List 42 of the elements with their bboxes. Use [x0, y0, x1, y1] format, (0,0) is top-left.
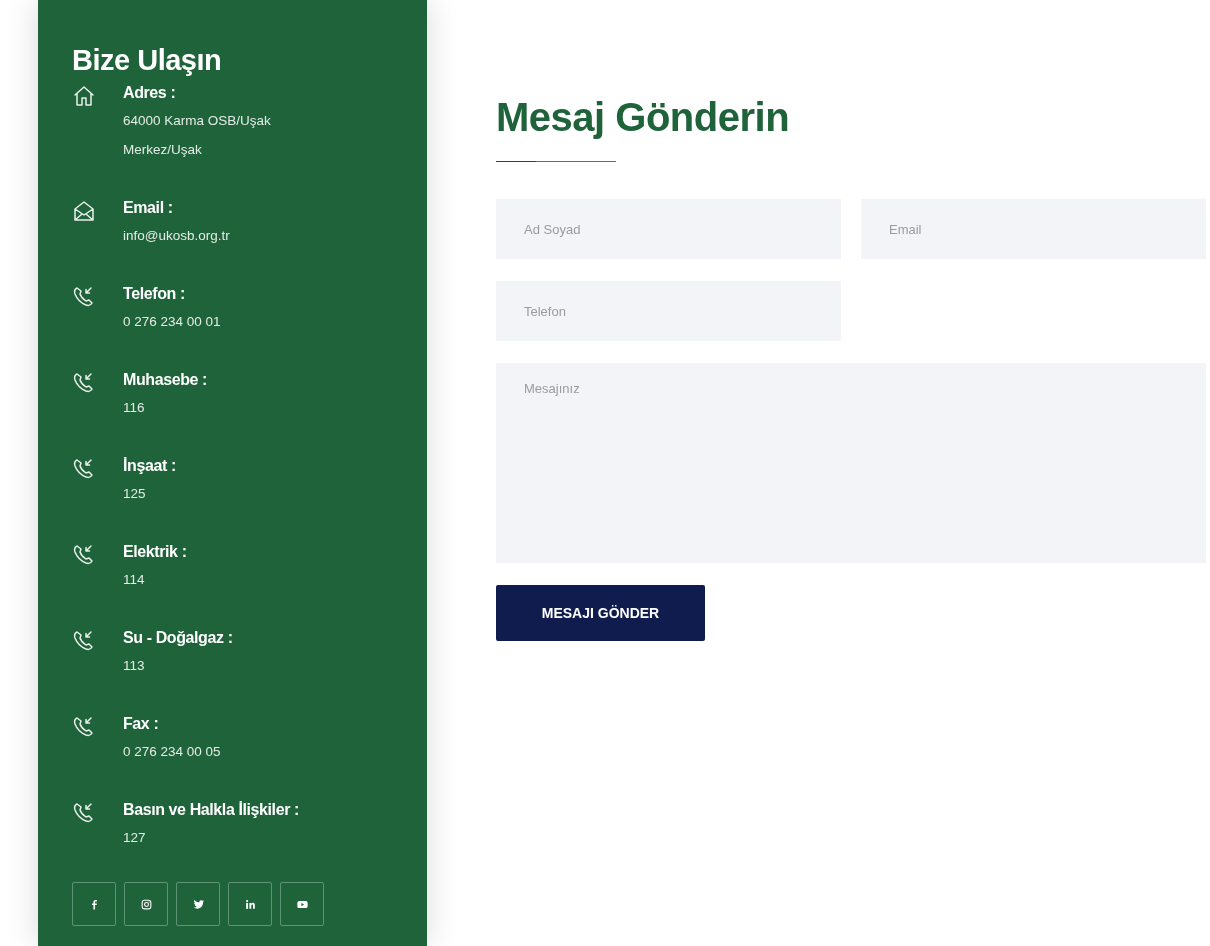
- phone-icon: [72, 629, 96, 653]
- contact-value: 114: [123, 571, 146, 589]
- phone-icon: [72, 285, 96, 309]
- social-link[interactable]: [280, 882, 324, 926]
- contact-label: Telefon :: [123, 284, 186, 304]
- house-icon: [72, 84, 96, 108]
- contact-value: Merkez/Uşak: [123, 141, 203, 159]
- contact-value: 64000 Karma OSB/Uşak: [123, 112, 271, 130]
- submit-button[interactable]: MESAJI GÖNDER: [496, 585, 705, 641]
- phone-icon: [72, 543, 96, 567]
- input-field[interactable]: Ad Soyad: [496, 199, 841, 259]
- contact-label: Email :: [123, 198, 174, 218]
- contact-value: 125: [123, 485, 147, 503]
- contact-value: 0 276 234 00 01: [123, 313, 221, 331]
- social-link[interactable]: [176, 882, 220, 926]
- contact-value: info@ukosb.org.tr: [123, 227, 230, 245]
- contact-value: 116: [123, 399, 146, 417]
- contact-value: 127: [123, 829, 147, 847]
- envelope-icon: [72, 199, 96, 223]
- contact-label: Fax :: [123, 714, 160, 734]
- phone-icon: [72, 801, 96, 825]
- phone-icon: [72, 457, 96, 481]
- contact-label: Basın ve Halkla İlişkiler :: [123, 800, 299, 820]
- contact-label: Elektrik :: [123, 542, 187, 562]
- input-field[interactable]: Telefon: [496, 281, 841, 341]
- input-field[interactable]: Email: [861, 199, 1206, 259]
- contact-label: Muhasebe :: [123, 370, 208, 390]
- social-link[interactable]: [124, 882, 168, 926]
- phone-icon: [72, 715, 96, 739]
- panel-title: Bize Ulaşın: [72, 43, 223, 78]
- bird-icon: [191, 897, 205, 911]
- message-field[interactable]: Mesajınız: [496, 363, 1206, 563]
- form-title: Mesaj Gönderin: [496, 94, 790, 141]
- phone-icon: [72, 371, 96, 395]
- social-link[interactable]: [228, 882, 272, 926]
- contact-value: 113: [123, 657, 146, 675]
- contact-label: Su - Doğalgaz :: [123, 628, 233, 648]
- contact-label: Adres :: [123, 83, 177, 103]
- contact-value: 0 276 234 00 05: [123, 743, 221, 761]
- linkedin-icon: [243, 897, 257, 911]
- contact-label: İnşaat :: [123, 456, 176, 476]
- instagram-icon: [139, 897, 153, 911]
